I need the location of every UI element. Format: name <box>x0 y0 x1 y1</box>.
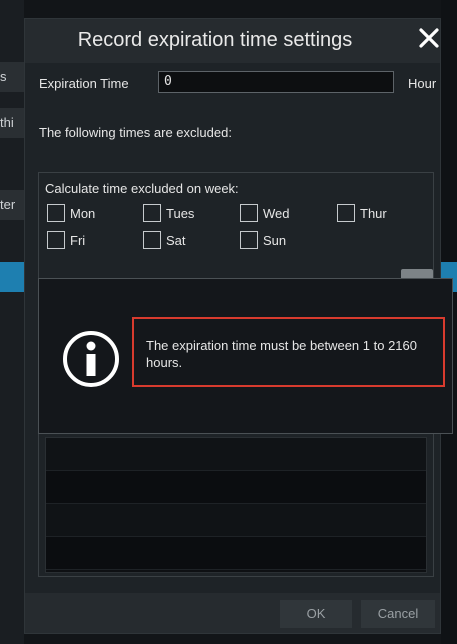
background-tab-label: s <box>0 69 7 84</box>
dialog-title: Record expiration time settings <box>77 29 353 51</box>
background-tab-2: thi <box>0 108 24 138</box>
list-row[interactable] <box>46 471 426 504</box>
dialog-footer: OK Cancel <box>25 593 440 633</box>
checkbox-box[interactable] <box>47 204 65 222</box>
excluded-times-list <box>45 437 427 573</box>
checkbox-box[interactable] <box>143 231 161 249</box>
background-tab-1: s <box>0 62 24 92</box>
expiration-unit-label: Hour <box>408 76 437 91</box>
checkbox-sat[interactable]: Sat <box>143 231 186 249</box>
list-row[interactable] <box>46 504 426 537</box>
checkbox-label: Sun <box>263 232 287 248</box>
checkbox-wed[interactable]: Wed <box>240 204 290 222</box>
background-tab-label: thi <box>0 115 14 130</box>
checkbox-box[interactable] <box>143 204 161 222</box>
expiration-time-label: Expiration Time <box>39 76 129 91</box>
checkbox-box[interactable] <box>47 231 65 249</box>
info-icon <box>63 331 119 387</box>
checkbox-label: Wed <box>263 205 290 221</box>
dialog-titlebar: Record expiration time settings <box>25 19 440 63</box>
checkbox-label: Mon <box>70 205 96 221</box>
background-tab-label: ter <box>0 197 16 212</box>
background-tab-3: ter <box>0 190 24 220</box>
checkbox-box[interactable] <box>337 204 355 222</box>
excluded-times-label: The following times are excluded: <box>39 125 232 140</box>
checkbox-label: Thur <box>360 205 387 221</box>
week-exclusion-title: Calculate time excluded on week: <box>45 181 239 196</box>
checkbox-tues[interactable]: Tues <box>143 204 194 222</box>
list-row[interactable] <box>46 438 426 471</box>
close-icon <box>419 28 439 48</box>
background-selected-row <box>0 262 24 292</box>
ok-button[interactable]: OK <box>280 600 352 628</box>
checkbox-label: Sat <box>166 232 186 248</box>
background-panel <box>0 0 24 644</box>
checkbox-box[interactable] <box>240 231 258 249</box>
close-button[interactable] <box>418 27 442 55</box>
checkbox-label: Fri <box>70 232 86 248</box>
checkbox-fri[interactable]: Fri <box>47 231 85 249</box>
info-message-dialog: The expiration time must be between 1 to… <box>38 278 453 434</box>
list-row[interactable] <box>46 537 426 570</box>
cancel-button[interactable]: Cancel <box>361 600 435 628</box>
checkbox-sun[interactable]: Sun <box>240 231 286 249</box>
expiration-time-input[interactable]: 0 <box>158 71 394 93</box>
message-text: The expiration time must be between 1 to… <box>146 338 417 370</box>
checkbox-thur[interactable]: Thur <box>337 204 387 222</box>
checkbox-label: Tues <box>166 205 195 221</box>
checkbox-mon[interactable]: Mon <box>47 204 95 222</box>
checkbox-box[interactable] <box>240 204 258 222</box>
